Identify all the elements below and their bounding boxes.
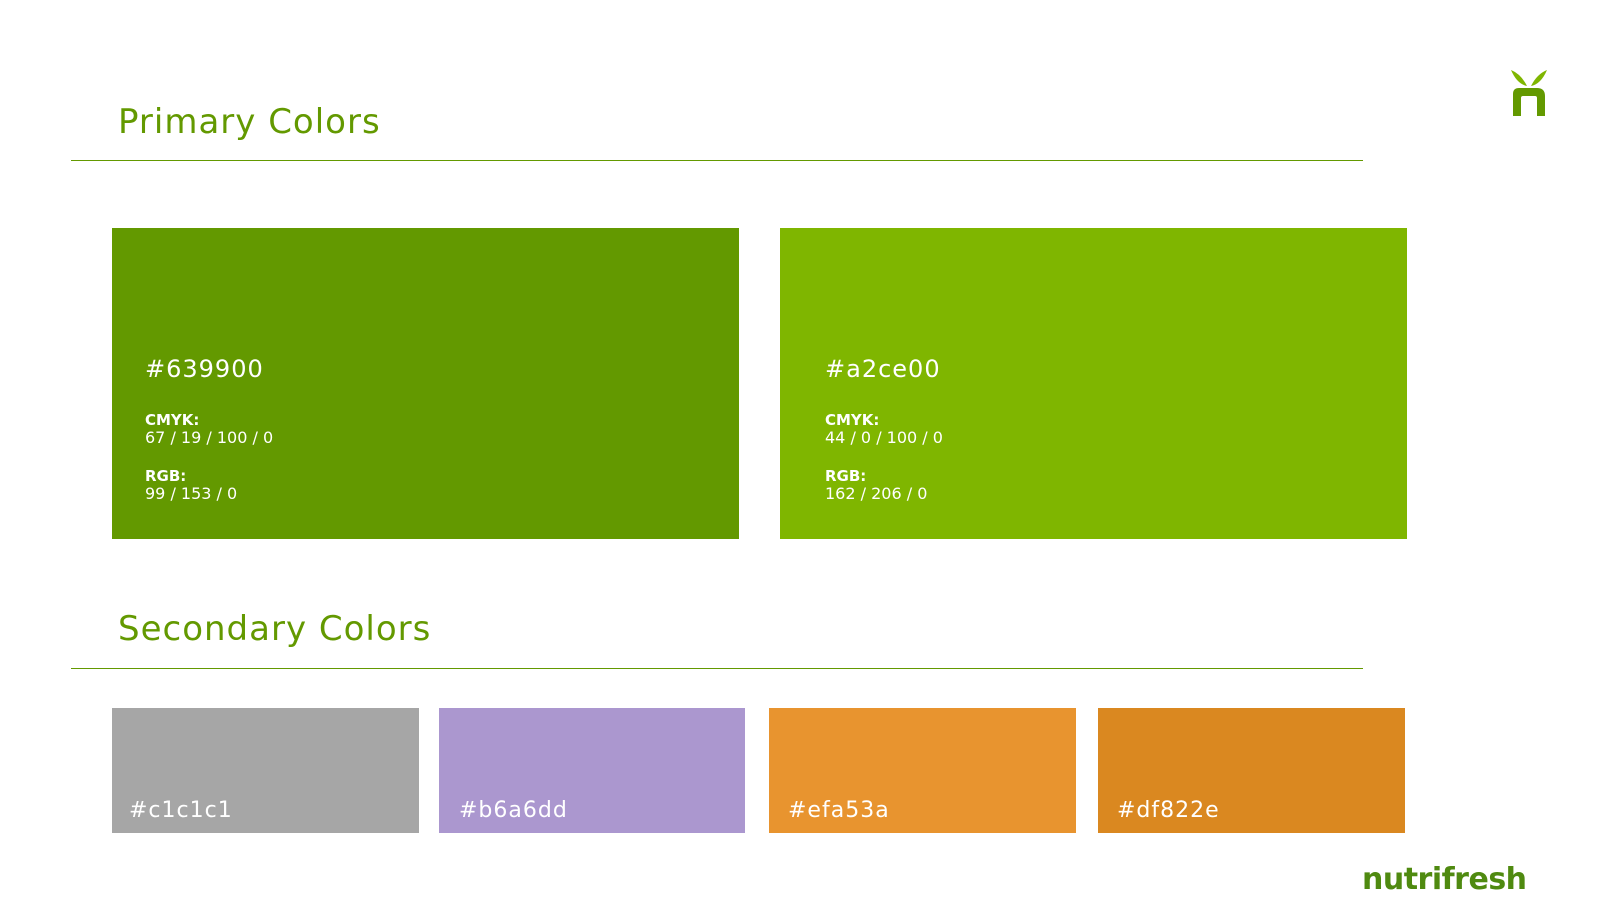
cmyk-spec: CMYK: 67 / 19 / 100 / 0 <box>145 411 274 447</box>
cmyk-label: CMYK: <box>145 411 200 429</box>
cmyk-label: CMYK: <box>825 411 880 429</box>
rgb-label: RGB: <box>825 467 867 485</box>
primary-colors-title: Primary Colors <box>118 102 381 142</box>
swatch-hex: #efa53a <box>788 798 890 823</box>
secondary-swatch-4: #df822e <box>1098 708 1405 833</box>
primary-swatch-1: #639900 CMYK: 67 / 19 / 100 / 0 RGB: 99 … <box>112 228 739 539</box>
secondary-swatch-3: #efa53a <box>769 708 1076 833</box>
swatch-hex: #b6a6dd <box>459 798 568 823</box>
swatch-hex: #df822e <box>1117 798 1220 823</box>
rgb-value: 162 / 206 / 0 <box>825 484 928 503</box>
primary-divider <box>71 160 1363 161</box>
secondary-colors-title: Secondary Colors <box>118 609 432 649</box>
rgb-spec: RGB: 99 / 153 / 0 <box>145 467 238 503</box>
cmyk-value: 67 / 19 / 100 / 0 <box>145 428 274 447</box>
primary-swatch-2: #a2ce00 CMYK: 44 / 0 / 100 / 0 RGB: 162 … <box>780 228 1407 539</box>
swatch-hex: #639900 <box>145 355 264 383</box>
swatch-hex: #c1c1c1 <box>129 798 233 823</box>
rgb-spec: RGB: 162 / 206 / 0 <box>825 467 928 503</box>
rgb-value: 99 / 153 / 0 <box>145 484 238 503</box>
secondary-divider <box>71 668 1363 669</box>
cmyk-spec: CMYK: 44 / 0 / 100 / 0 <box>825 411 943 447</box>
brand-logotype: nutrifresh <box>1362 862 1527 897</box>
rgb-label: RGB: <box>145 467 187 485</box>
cmyk-value: 44 / 0 / 100 / 0 <box>825 428 943 447</box>
secondary-swatch-1: #c1c1c1 <box>112 708 419 833</box>
swatch-hex: #a2ce00 <box>825 355 941 383</box>
sprout-logo-icon <box>1511 70 1547 116</box>
secondary-swatch-2: #b6a6dd <box>439 708 745 833</box>
